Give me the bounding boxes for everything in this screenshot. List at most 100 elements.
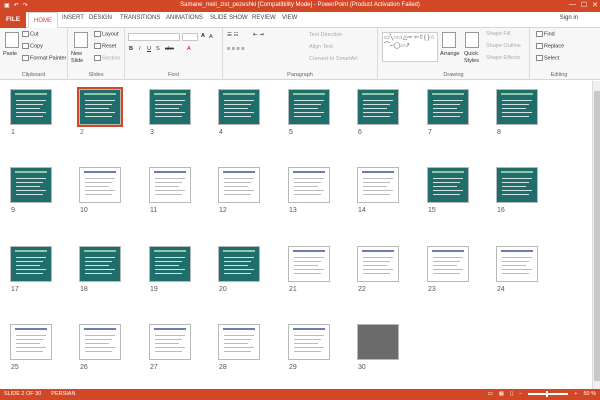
slide-thumbnail[interactable]: [288, 324, 330, 360]
slide-thumbnail[interactable]: [218, 324, 260, 360]
slide-thumbnail[interactable]: [218, 89, 260, 125]
slide-number: 26: [80, 364, 88, 371]
convert-smartart-button[interactable]: Convert to SmartArt: [309, 56, 358, 62]
slide-thumbnail[interactable]: [288, 246, 330, 282]
font-group: A A B I U S abc A Font: [125, 28, 223, 80]
normal-view-icon[interactable]: ▭: [488, 391, 493, 397]
bullets-icon[interactable]: ☰ ☷: [227, 32, 238, 38]
slide-thumbnail[interactable]: [496, 89, 538, 125]
tab-animations[interactable]: ANIMATIONS: [166, 15, 203, 21]
close-button[interactable]: ✕: [592, 1, 598, 9]
format-painter-button[interactable]: Format Painter: [22, 55, 66, 61]
maximize-button[interactable]: ☐: [581, 1, 587, 9]
language-indicator[interactable]: PERSIAN: [51, 391, 75, 397]
slide-thumbnail[interactable]: [149, 167, 191, 203]
increase-font-icon[interactable]: A: [201, 33, 205, 39]
cut-button[interactable]: Cut: [22, 31, 39, 37]
zoom-out-button[interactable]: −: [519, 391, 522, 397]
italic-icon[interactable]: I: [139, 46, 141, 52]
bold-icon[interactable]: B: [129, 46, 133, 52]
slide-thumbnail[interactable]: [218, 246, 260, 282]
slide-thumbnail[interactable]: [149, 324, 191, 360]
slide-thumbnail[interactable]: [218, 167, 260, 203]
slide-thumbnail[interactable]: [288, 89, 330, 125]
sorter-view-icon[interactable]: ▦: [499, 391, 504, 397]
copy-button[interactable]: Copy: [22, 43, 43, 49]
slide-thumbnail[interactable]: [10, 89, 52, 125]
zoom-in-button[interactable]: +: [574, 391, 577, 397]
tab-view[interactable]: VIEW: [282, 15, 297, 21]
align-icons[interactable]: ≡ ≡ ≡ ≡: [227, 46, 244, 52]
quick-styles-button[interactable]: Quick Styles: [464, 51, 482, 65]
slide-thumbnail[interactable]: [357, 167, 399, 203]
slide-text-line: [294, 178, 324, 179]
text-direction-button[interactable]: Text Direction: [309, 32, 342, 38]
slide-thumbnail[interactable]: [149, 246, 191, 282]
shape-effects-button[interactable]: Shape Effects: [486, 55, 520, 61]
new-slide-icon: [74, 32, 88, 48]
tab-design[interactable]: DESIGN: [89, 15, 112, 21]
layout-button[interactable]: Layout: [94, 31, 119, 37]
slide-title-bar: [501, 250, 533, 252]
underline-icon[interactable]: U: [147, 46, 151, 52]
font-name-input[interactable]: [128, 33, 180, 41]
tab-slide-show[interactable]: SLIDE SHOW: [210, 15, 248, 21]
slide-thumbnail[interactable]: [10, 167, 52, 203]
minimize-button[interactable]: —: [569, 1, 576, 9]
replace-button[interactable]: Replace: [536, 43, 564, 49]
strikethrough-icon[interactable]: abc: [165, 46, 174, 52]
select-button[interactable]: Select: [536, 55, 559, 61]
slide-thumbnail[interactable]: [10, 324, 52, 360]
tab-home[interactable]: HOME: [28, 12, 58, 28]
slide-thumbnail[interactable]: [79, 324, 121, 360]
slide-thumbnail[interactable]: [357, 89, 399, 125]
new-slide-button[interactable]: New Slide: [71, 51, 93, 65]
slide-thumbnail[interactable]: [496, 167, 538, 203]
align-text-button[interactable]: Align Text: [309, 44, 333, 50]
slide-text-line: [363, 257, 393, 258]
shape-outline-button[interactable]: Shape Outline: [486, 43, 521, 49]
vertical-scrollbar[interactable]: [592, 81, 600, 389]
shapes-gallery[interactable]: ▭╲○▭△⇨ ⇦⇧{ }☆ ⌒⌐◯▱↗: [382, 32, 438, 62]
sign-in-link[interactable]: Sign in: [560, 15, 578, 21]
slide-text-line: [433, 182, 460, 183]
slide-thumbnail[interactable]: [357, 246, 399, 282]
font-size-input[interactable]: [182, 33, 198, 41]
slide-thumbnail[interactable]: [496, 246, 538, 282]
shadow-icon[interactable]: S: [156, 46, 160, 52]
scrollbar-thumb[interactable]: [594, 91, 600, 381]
slide-thumbnail[interactable]: [149, 89, 191, 125]
tab-file[interactable]: FILE: [0, 12, 26, 28]
tab-review[interactable]: REVIEW: [252, 15, 276, 21]
zoom-slider-knob[interactable]: [546, 391, 549, 397]
slide-thumbnail[interactable]: [288, 167, 330, 203]
slide-title-bar: [362, 171, 394, 173]
slide-text-line: [224, 339, 251, 340]
decrease-font-icon[interactable]: A: [209, 34, 213, 40]
section-button[interactable]: Section: [94, 55, 120, 61]
slide-thumbnail[interactable]: [357, 324, 399, 360]
indent-icon[interactable]: ⇤ ⇥: [253, 32, 264, 38]
window-controls: — ☐ ✕: [569, 1, 598, 9]
font-color-icon[interactable]: A: [187, 46, 191, 52]
slide-thumbnail[interactable]: [79, 167, 121, 203]
tab-insert[interactable]: INSERT: [62, 15, 84, 21]
find-button[interactable]: Find: [536, 31, 555, 37]
arrange-button[interactable]: Arrange: [440, 51, 460, 57]
zoom-level[interactable]: 50 %: [583, 391, 596, 397]
slide-thumbnail[interactable]: [77, 87, 123, 127]
shape-fill-button[interactable]: Shape Fill: [486, 31, 510, 37]
slide-text-line: [224, 108, 248, 109]
slide-text-line: [85, 116, 112, 117]
slide-thumbnail[interactable]: [79, 246, 121, 282]
slide-thumbnail[interactable]: [427, 246, 469, 282]
paste-button[interactable]: Paste: [3, 51, 17, 57]
slide-thumbnail[interactable]: [427, 167, 469, 203]
paragraph-group: ☰ ☷ ⇤ ⇥ ≡ ≡ ≡ ≡ Text Direction Align Tex…: [223, 28, 378, 80]
zoom-slider[interactable]: [528, 391, 569, 397]
slide-thumbnail[interactable]: [10, 246, 52, 282]
reset-button[interactable]: Reset: [94, 43, 116, 49]
tab-transitions[interactable]: TRANSITIONS: [120, 15, 160, 21]
slide-thumbnail[interactable]: [427, 89, 469, 125]
reading-view-icon[interactable]: ▯: [510, 391, 513, 397]
